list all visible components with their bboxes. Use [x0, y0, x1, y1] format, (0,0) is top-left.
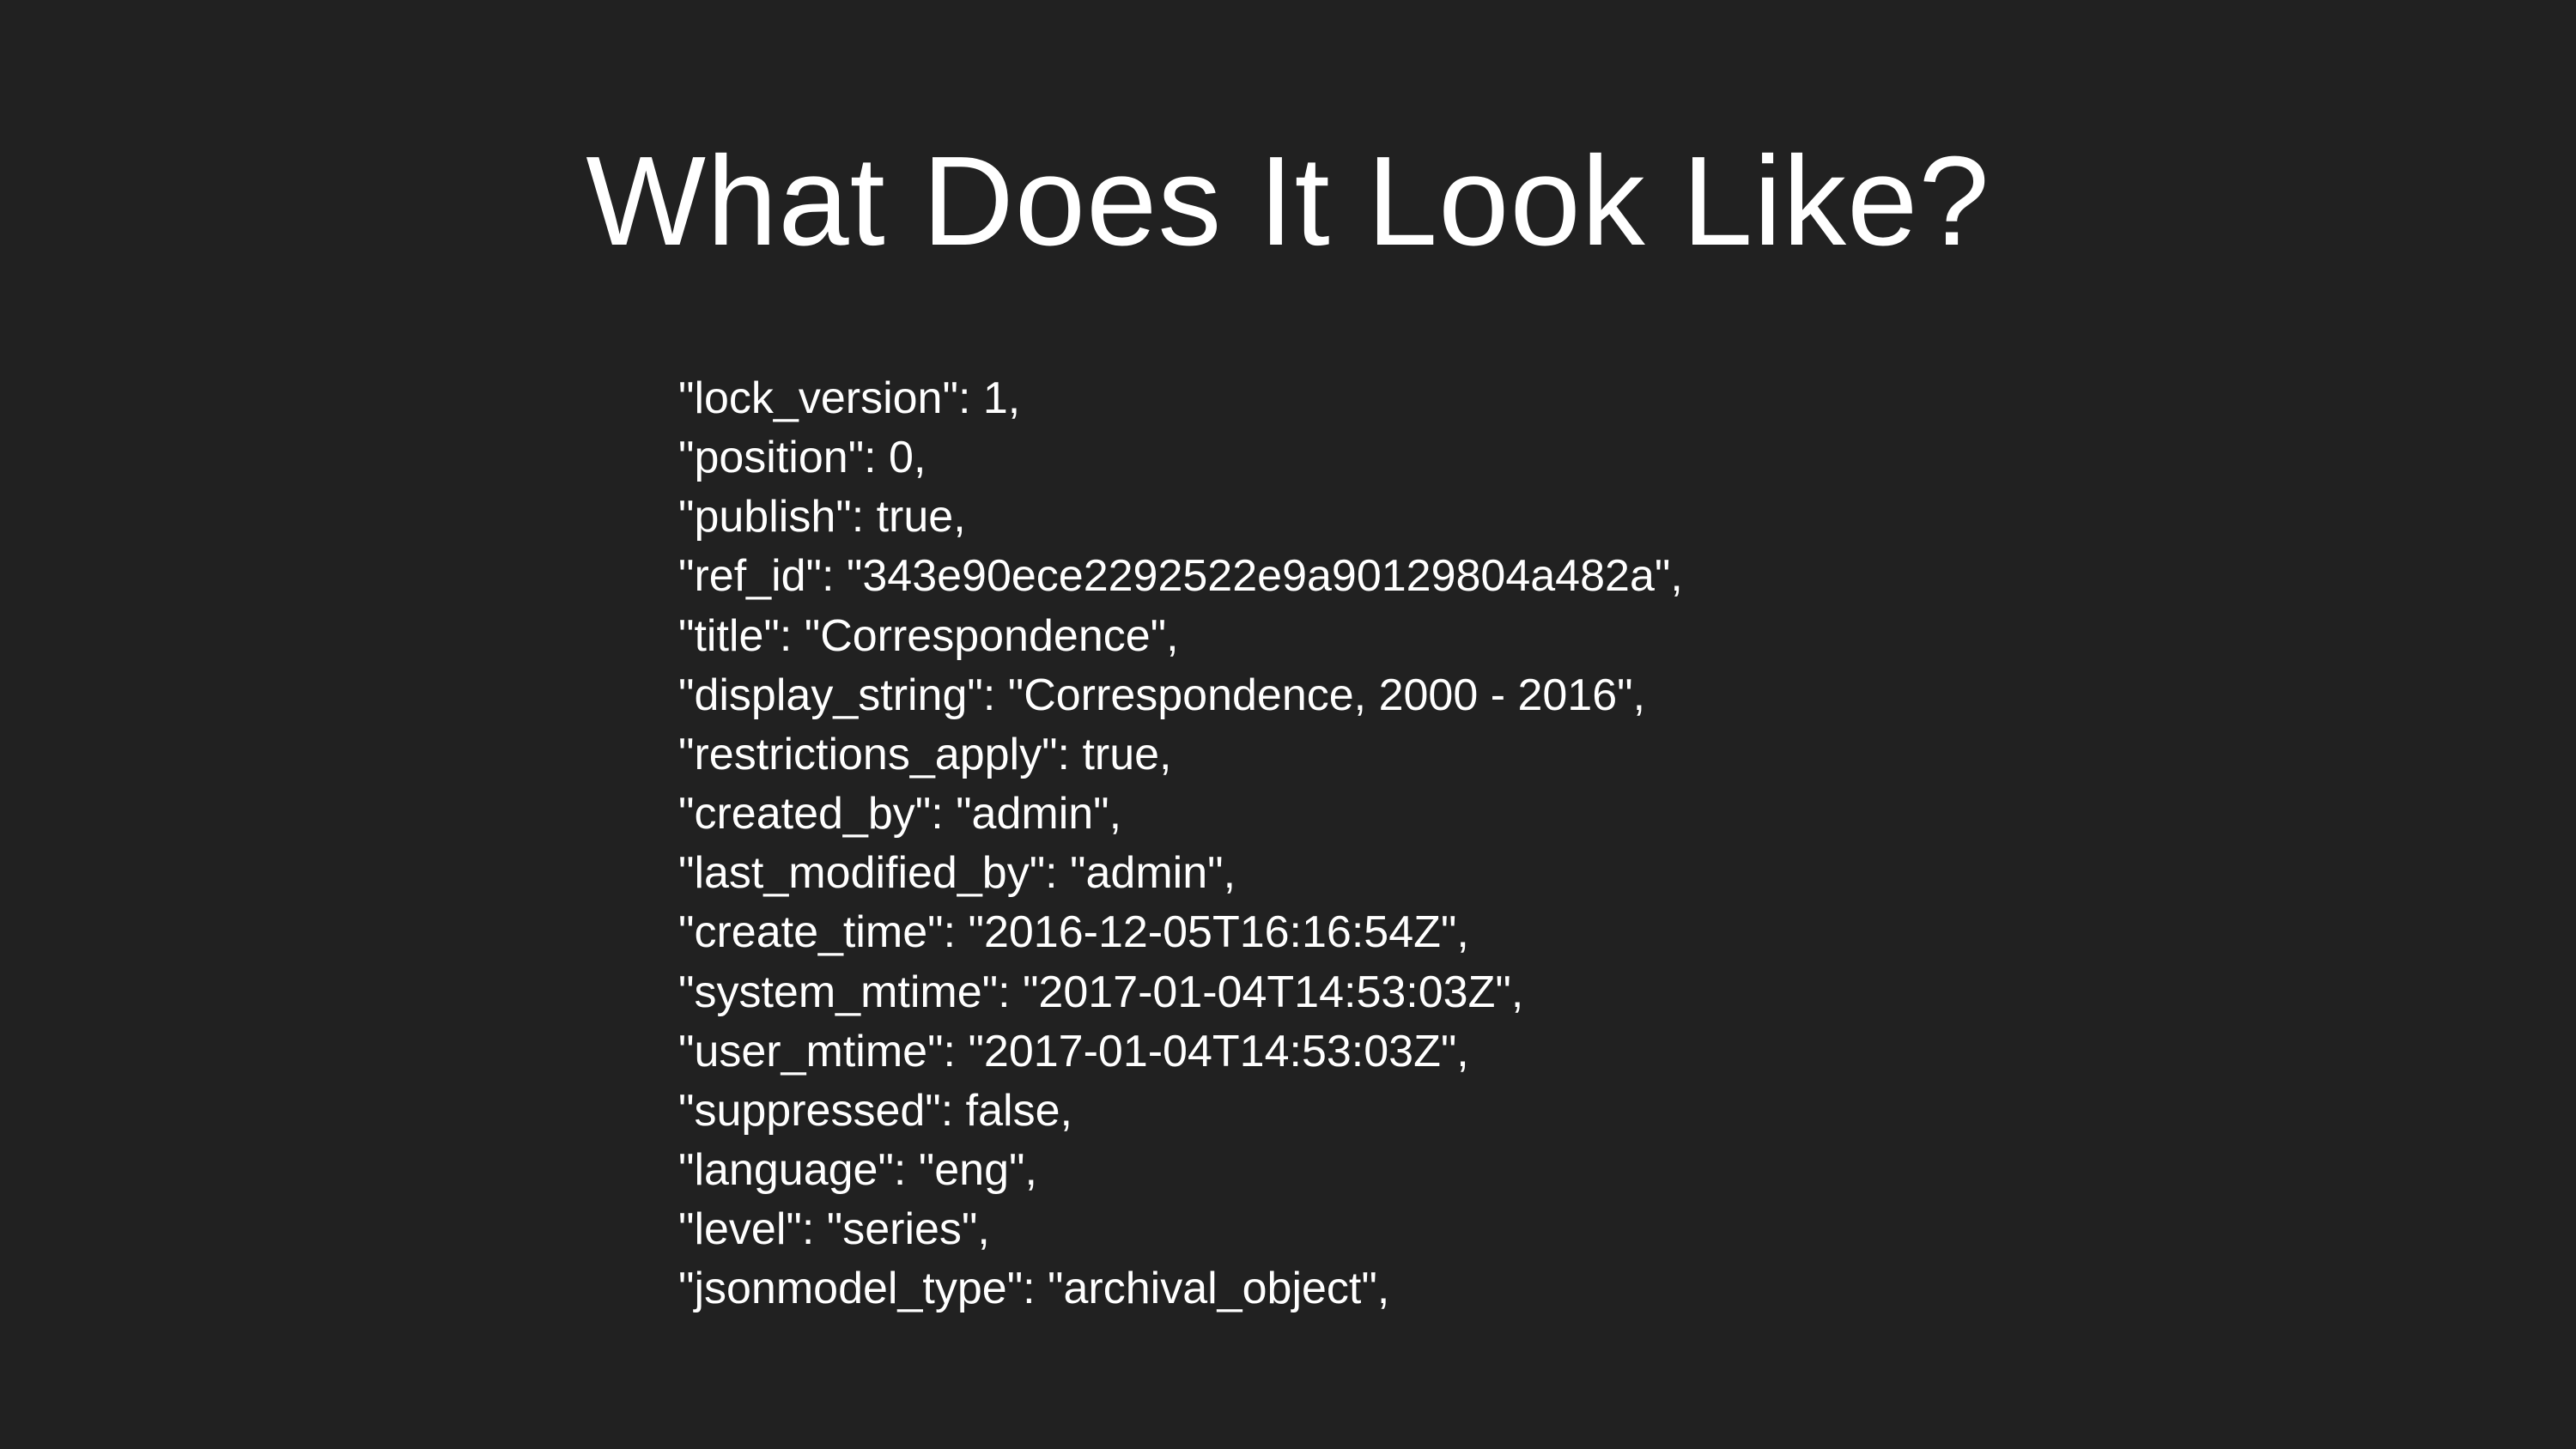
- code-line: "suppressed": false,: [678, 1082, 2576, 1141]
- slide-title: What Does It Look Like?: [0, 129, 2576, 275]
- code-line: "system_mtime": "2017-01-04T14:53:03Z",: [678, 963, 2576, 1022]
- code-line: "last_modified_by": "admin",: [678, 844, 2576, 903]
- code-line: "position": 0,: [678, 428, 2576, 488]
- code-line: "create_time": "2016-12-05T16:16:54Z",: [678, 903, 2576, 962]
- code-line: "ref_id": "343e90ece2292522e9a90129804a4…: [678, 547, 2576, 606]
- code-line: "title": "Correspondence",: [678, 607, 2576, 666]
- code-line: "jsonmodel_type": "archival_object",: [678, 1259, 2576, 1319]
- code-line: "lock_version": 1,: [678, 369, 2576, 428]
- code-line: "created_by": "admin",: [678, 785, 2576, 844]
- slide-container: What Does It Look Like? "lock_version": …: [0, 0, 2576, 1449]
- code-line: "language": "eng",: [678, 1141, 2576, 1200]
- code-line: "display_string": "Correspondence, 2000 …: [678, 666, 2576, 725]
- code-line: "restrictions_apply": true,: [678, 725, 2576, 785]
- code-block: "lock_version": 1, "position": 0, "publi…: [678, 369, 2576, 1319]
- code-line: "publish": true,: [678, 488, 2576, 547]
- code-line: "user_mtime": "2017-01-04T14:53:03Z",: [678, 1022, 2576, 1082]
- code-line: "level": "series",: [678, 1200, 2576, 1259]
